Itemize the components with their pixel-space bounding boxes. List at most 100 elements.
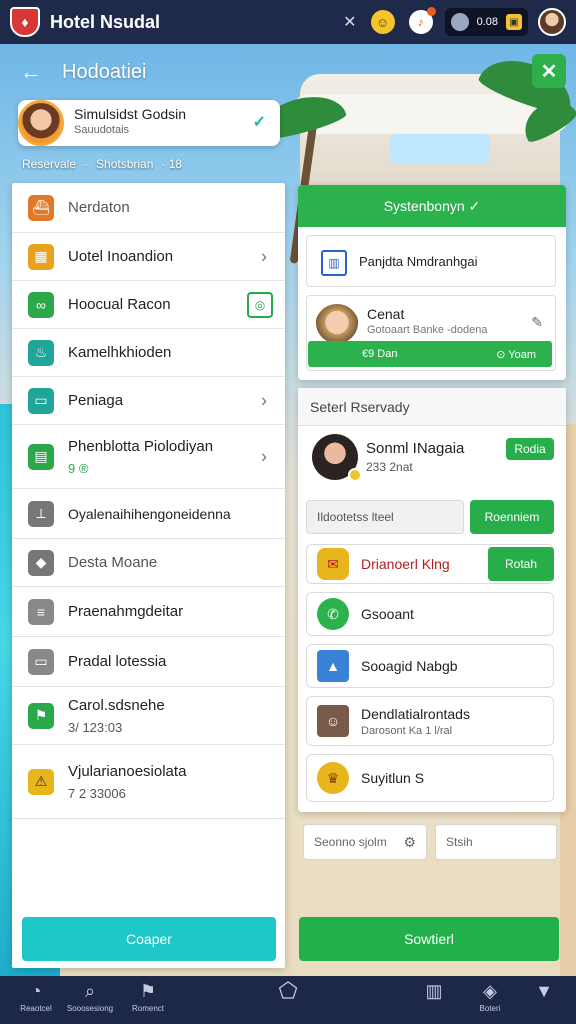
- contact-label: Dendlatialrontads: [361, 705, 470, 722]
- reservation-submit-button[interactable]: Roenniem: [470, 500, 554, 534]
- reservation-input[interactable]: Ildootetss lteel: [306, 500, 464, 534]
- book-card-label: Panjdta Nmdranhgai: [359, 254, 478, 269]
- contact-item-sooagid[interactable]: ▲ Sooagid Nabgb: [306, 644, 554, 688]
- search-field-right[interactable]: Stsih: [435, 824, 557, 860]
- flag-icon: ⚑: [139, 981, 157, 1001]
- chat-icon: ◔: [30, 981, 42, 1001]
- toggle-square-icon[interactable]: ◎: [247, 291, 273, 318]
- menu-item-oyalena[interactable]: ⟂ Oyalenaihihengoneidenna: [12, 489, 285, 539]
- menu-item-pradal[interactable]: ▭ Pradal lotessia: [12, 637, 285, 687]
- link-icon: ∞: [28, 291, 54, 318]
- contact-sublabel: Darosont Ka 1 l/ral: [361, 724, 453, 737]
- search-field-left-value: Seonno sjolm: [314, 835, 387, 849]
- stack-icon: ≡: [28, 598, 54, 625]
- sublink-count: · 18: [161, 157, 183, 171]
- contact-label: Sooagid Nabgb: [361, 658, 458, 674]
- wallet-value: 0.08: [476, 16, 498, 28]
- sublinks: Reservale · Shotsbrian · 18: [22, 157, 182, 171]
- book-icon: ▥: [321, 250, 347, 276]
- flag-icon: ⚑: [28, 702, 54, 729]
- wallet-box[interactable]: 0.08 ▣: [444, 8, 528, 36]
- warning-icon: ⚠: [28, 768, 54, 795]
- badge-icon: ◈: [483, 981, 497, 1001]
- nav-item-bookmark[interactable]: ▼: [514, 980, 574, 1002]
- nav-item-badge[interactable]: ◈ Boteri: [460, 980, 520, 1013]
- chevron-right-icon: ›: [261, 390, 267, 410]
- menu-item-praena[interactable]: ≡ Praenahmgdeitar: [12, 587, 285, 637]
- monitor-icon: ▭: [28, 387, 54, 414]
- profile-card[interactable]: Simulsidst Godsin Sauudotais ✓: [18, 100, 280, 146]
- book-icon: ▥: [425, 981, 443, 1001]
- contact-name: Cenat: [367, 306, 405, 322]
- system-panel: Systenbonyn ✓ ▥ Panjdta Nmdranhgai Cenat…: [298, 185, 566, 380]
- diamond-icon: ◆: [28, 549, 54, 576]
- bar-left-label: €9 Dan: [362, 348, 398, 360]
- contact-label: Gsooant: [361, 606, 414, 622]
- reservation-panel: Seterl Rservady Sonml INagaia 233 2nat R…: [298, 388, 566, 812]
- nav-label: Romenct: [131, 1004, 164, 1013]
- sublink-reservale[interactable]: Reservale: [22, 157, 76, 171]
- contact-action-bar[interactable]: €9 Dan ⊙ Yoam: [308, 341, 552, 367]
- menu-item-label: Peniaga: [68, 392, 124, 409]
- book-card[interactable]: ▥ Panjdta Nmdranhgai: [306, 235, 556, 287]
- menu-item-label: Pradal lotessia: [68, 653, 167, 670]
- contact-label: Drianoerl Klng: [361, 556, 450, 572]
- menu-item-kamel[interactable]: ♨ Kamelhkhioden: [12, 329, 285, 377]
- profile-subtitle: Sauudotais: [74, 124, 130, 136]
- back-arrow-icon[interactable]: ←: [20, 59, 42, 85]
- nav-item-chat[interactable]: ◔ Reaotcel: [6, 980, 66, 1013]
- wallet-icon: ▣: [506, 14, 522, 30]
- menu-item-sublabel: 7 2 33006: [68, 785, 126, 801]
- edit-icon[interactable]: ✎: [531, 314, 543, 331]
- top-bar: ♦ Hotel Nsudal ✕ ☺ ♪ 0.08 ▣: [0, 0, 576, 44]
- home-icon: ⬠: [278, 978, 298, 1003]
- menu-item-label: Hoocual Racon: [68, 296, 171, 313]
- menu-item-hotel[interactable]: ▦ Uotel Inoandion ›: [12, 233, 285, 281]
- bottom-navigation: ◔ Reaotcel ⌕ Sooosesiong ⚑ Romenct ⬠ ▥ ◈…: [0, 976, 576, 1024]
- chevron-right-icon: ›: [261, 446, 267, 466]
- coaper-button[interactable]: Coaper: [22, 917, 276, 961]
- menu-item-label: Nerdaton: [68, 199, 130, 216]
- contact-item-dendlati[interactable]: ☺ Dendlatialrontads Darosont Ka 1 l/ral: [306, 696, 554, 746]
- sowtierl-button[interactable]: Sowtierl: [299, 917, 559, 961]
- menu-item-hoocual[interactable]: ∞ Hoocual Racon ◎: [12, 281, 285, 329]
- menu-item-label: Uotel Inoandion: [68, 248, 174, 265]
- menu-item-label: Desta Moane: [68, 554, 158, 571]
- bell-icon[interactable]: ♪: [408, 7, 436, 34]
- search-icon: ⌕: [84, 981, 96, 1001]
- verified-check-icon: ✓: [252, 114, 266, 131]
- hotel-icon: ▦: [28, 243, 54, 270]
- menu-item-vjularian[interactable]: ⚠ Vjularianoesiolata 7 2 33006: [12, 745, 285, 819]
- nav-item-book[interactable]: ▥: [404, 980, 464, 1002]
- gear-icon[interactable]: ⚙: [403, 834, 416, 851]
- emoji-icon[interactable]: ☺: [370, 10, 395, 34]
- contact-item-suyitlun[interactable]: ♛ Suyitlun S: [306, 754, 554, 802]
- nav-label: Boteri: [479, 1004, 501, 1013]
- menu-item-carol[interactable]: ⚑ Carol.sdsnehe 3/ 123:03: [12, 687, 285, 745]
- menu-item-label: Phenblotta Piolodiyan: [68, 437, 214, 455]
- sublink-shotsbrian[interactable]: Shotsbrian: [96, 157, 153, 171]
- menu-item-nerdaton[interactable]: ⛴ Nerdaton: [12, 183, 285, 233]
- guest-subtitle: 233 2nat: [366, 460, 413, 474]
- contact-action-button[interactable]: Rotah: [488, 547, 554, 581]
- left-menu-panel: ⛴ Nerdaton ▦ Uotel Inoandion › ∞ Hoocual…: [12, 183, 285, 968]
- menu-item-label: Praenahmgdeitar: [68, 603, 184, 620]
- page-title: Hodoatiei: [62, 60, 147, 83]
- contact-item-gsooant[interactable]: ✆ Gsooant: [306, 592, 554, 636]
- nav-item-flag[interactable]: ⚑ Romenct: [118, 980, 178, 1013]
- menu-item-phenblotta[interactable]: ▤ Phenblotta Piolodiyan 9 ® ›: [12, 425, 285, 489]
- person-icon: ☺: [317, 705, 349, 737]
- menu-item-desta[interactable]: ◆ Desta Moane: [12, 539, 285, 587]
- menu-item-peniaga[interactable]: ▭ Peniaga ›: [12, 377, 285, 425]
- guest-name: Sonml INagaia: [366, 440, 465, 457]
- search-field-left[interactable]: Seonno sjolm ⚙: [303, 824, 427, 860]
- confirm-button[interactable]: ✕: [532, 54, 566, 88]
- chevron-right-icon: ›: [261, 246, 267, 266]
- nav-item-search[interactable]: ⌕ Sooosesiong: [60, 980, 120, 1013]
- guest-action-button[interactable]: Rodia: [506, 438, 554, 460]
- nav-item-home[interactable]: ⬠: [258, 980, 318, 1002]
- close-icon[interactable]: ✕: [343, 12, 356, 32]
- mini-avatar: [450, 13, 469, 31]
- avatar[interactable]: [538, 8, 566, 36]
- contact-subtitle: Gotoaart Banke -dodena: [367, 324, 488, 336]
